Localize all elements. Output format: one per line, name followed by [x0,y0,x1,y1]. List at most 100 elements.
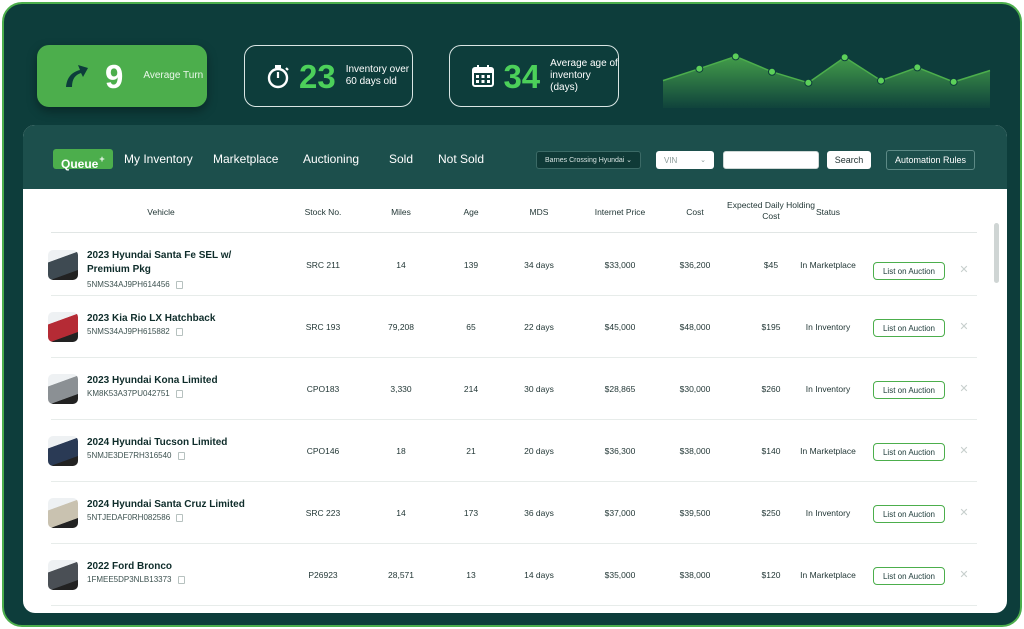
vehicle-vin: 5NMS34AJ9PH615882 [87,327,183,336]
copy-icon[interactable] [176,513,184,522]
list-on-auction-button[interactable]: List on Auction [873,319,945,337]
col-miles: Miles [391,207,411,217]
table-row[interactable]: 2023 Hyundai Kona Limited KM8K53A37PU0427… [48,358,977,420]
close-icon[interactable]: ✕ [959,265,969,276]
list-on-auction-button[interactable]: List on Auction [873,567,945,585]
cell-mds: 20 days [524,446,554,456]
col-status: Status [815,207,841,217]
tab-auctioning[interactable]: Auctioning [303,149,359,169]
app-frame: 9 Average Turn 23 Inventory over 60 days… [2,2,1022,627]
dealer-select[interactable]: Barnes Crossing Hyundai ⌄ [536,151,641,169]
vehicle-name[interactable]: 2022 Ford Bronco [87,560,287,574]
vehicle-name[interactable]: 2023 Hyundai Santa Fe SEL w/ Premium Pkg [87,249,257,277]
vehicle-vin: 5NTJEDAF0RH082586 [87,513,184,522]
cell-mds: 36 days [524,508,554,518]
list-on-auction-button[interactable]: List on Auction [873,443,945,461]
dealer-select-value: Barnes Crossing Hyundai [545,156,625,164]
field-select[interactable]: VIN ⌄ [656,151,714,169]
table-row[interactable]: 2023 Hyundai Santa Fe SEL w/ Premium Pkg… [48,234,977,296]
cell-status: In Inventory [805,508,851,518]
vehicle-vin: 5NMJE3DE7RH316540 [87,451,185,460]
cell-status: In Marketplace [800,446,856,456]
vin-text: KM8K53A37PU042751 [87,389,170,398]
search-input[interactable] [723,151,819,169]
cell-cost: $36,200 [679,260,711,270]
close-icon[interactable]: ✕ [959,508,969,519]
vehicle-vin: 1FMEE5DP3NLB13373 [87,575,185,584]
cell-mds: 14 days [524,570,554,580]
vehicle-thumbnail [48,560,78,590]
automation-rules-button[interactable]: Automation Rules [886,150,975,170]
vehicle-thumbnail [48,436,78,466]
cell-miles: 28,571 [388,570,414,580]
list-on-auction-button[interactable]: List on Auction [873,262,945,280]
field-select-value: VIN [664,155,678,165]
copy-icon[interactable] [175,389,183,398]
vehicle-name[interactable]: 2023 Hyundai Kona Limited [87,374,287,388]
close-icon[interactable]: ✕ [959,384,969,395]
col-vehicle: Vehicle [147,207,175,217]
tab-my-inventory[interactable]: My Inventory [124,149,193,169]
copy-icon[interactable] [175,280,183,289]
cell-mds: 22 days [524,322,554,332]
tab-sold[interactable]: Sold [389,149,413,169]
vehicle-thumbnail [48,312,78,342]
copy-icon[interactable] [177,575,185,584]
inventory-panel: Queue+ My Inventory Marketplace Auctioni… [23,125,1007,613]
cell-stock: CPO146 [306,446,340,456]
kpi-age-label: Average age of inventory (days) [550,58,618,93]
kpi-over60-value: 23 [299,57,336,95]
close-icon[interactable]: ✕ [959,570,969,581]
cell-stock: SRC 223 [305,508,341,518]
copy-icon[interactable] [175,327,183,336]
vehicle-name[interactable]: 2024 Hyundai Tucson Limited [87,436,287,450]
list-on-auction-button[interactable]: List on Auction [873,505,945,523]
table-header: Vehicle Stock No. Miles Age MDS Internet… [51,189,977,233]
tab-marketplace[interactable]: Marketplace [213,149,278,169]
tab-not-sold[interactable]: Not Sold [438,149,484,169]
cell-price: $37,000 [604,508,636,518]
cell-stock: SRC 193 [305,322,341,332]
table-row[interactable]: 2024 Hyundai Tucson Limited 5NMJE3DE7RH31… [48,420,977,482]
sparkline-point [695,64,704,73]
cell-status: In Marketplace [800,570,856,580]
toolbar: Queue+ My Inventory Marketplace Auctioni… [23,125,1007,189]
sparkline-point [731,52,740,61]
cell-price: $45,000 [604,322,636,332]
vehicle-thumbnail [48,498,78,528]
cell-miles: 14 [396,508,406,518]
vin-text: 5NMS34AJ9PH615882 [87,327,170,336]
cell-status: In Inventory [805,322,851,332]
chevron-down-icon: ⌄ [626,157,632,164]
search-button[interactable]: Search [827,151,871,169]
col-stock-no: Stock No. [304,207,342,217]
vin-text: 1FMEE5DP3NLB13373 [87,575,172,584]
close-icon[interactable]: ✕ [959,446,969,457]
sparkline-point [840,53,849,62]
cell-status: In Marketplace [800,260,856,270]
vin-text: 5NMS34AJ9PH614456 [87,280,170,289]
scrollbar[interactable] [994,223,999,283]
cell-cost: $30,000 [679,384,711,394]
table-row[interactable]: 2022 Ford Bronco 1FMEE5DP3NLB13373 P26923 2… [48,544,977,606]
kpi-inventory-over-60: 23 Inventory over 60 days old [244,45,413,107]
vehicle-name[interactable]: 2023 Kia Rio LX Hatchback [87,312,287,326]
kpi-turn-label: Average Turn [143,70,204,81]
close-icon[interactable]: ✕ [959,322,969,333]
cell-miles: 14 [396,260,406,270]
copy-icon[interactable] [177,451,185,460]
cell-price: $35,000 [604,570,636,580]
cell-stock: P26923 [308,570,338,580]
vehicle-name[interactable]: 2024 Hyundai Santa Cruz Limited [87,498,287,512]
col-internet-price: Internet Price [594,207,646,217]
stopwatch-icon [265,61,291,91]
list-on-auction-button[interactable]: List on Auction [873,381,945,399]
sparkline-point [768,67,776,76]
cell-stock: SRC 211 [306,260,340,270]
table-row[interactable]: 2023 Kia Rio LX Hatchback 5NMS34AJ9PH6158… [48,296,977,358]
table-row[interactable]: 2024 Hyundai Santa Cruz Limited 5NTJEDAF0… [48,482,977,544]
cell-miles: 3,330 [390,384,412,394]
cell-miles: 18 [396,446,406,456]
tab-queue[interactable]: Queue+ [53,149,113,171]
sparkline-point [913,63,922,72]
